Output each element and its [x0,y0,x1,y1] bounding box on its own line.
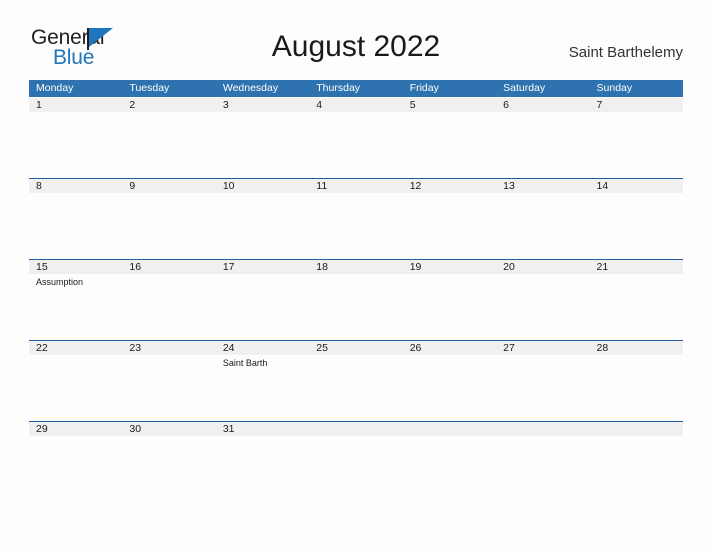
day-number: 29 [36,423,48,435]
day-cell[interactable]: 10 [216,178,309,259]
week-cells: 1 2 3 4 5 6 7 [29,97,683,178]
day-number: 21 [596,261,609,273]
day-number: 12 [409,180,422,192]
week-cells: 15 Assumption 16 17 18 19 20 21 [29,259,683,340]
calendar-week-row: 8 9 10 11 12 13 14 [29,178,683,259]
day-cell[interactable]: 13 [496,178,589,259]
calendar-week-row: 29 30 31 [29,421,683,502]
weekday-header-row: Monday Tuesday Wednesday Thursday Friday… [29,80,683,97]
day-number: 2 [129,99,136,111]
calendar-week-row: 1 2 3 4 5 6 7 [29,97,683,178]
day-number: 27 [503,342,515,354]
day-cell[interactable]: 14 [590,178,683,259]
day-cell[interactable]: 17 [216,259,309,340]
weekday-monday: Monday [36,82,74,94]
day-number: 8 [36,180,42,192]
day-number: 18 [316,261,328,273]
day-number: 22 [36,342,48,354]
calendar-grid: Monday Tuesday Wednesday Thursday Friday… [29,80,683,502]
day-number: 19 [409,261,422,273]
day-cell[interactable]: 3 [216,97,309,178]
region-label: Saint Barthelemy [568,44,683,61]
day-event-label: Saint Barth [222,358,268,368]
week-cells: 29 30 31 [29,421,683,502]
day-events: Assumption [36,276,115,288]
day-number: 7 [596,99,603,111]
day-cell-empty [496,421,589,502]
day-number: 25 [316,342,328,354]
day-number: 10 [222,180,235,192]
day-cell[interactable]: 25 [309,340,402,421]
week-cells: 22 23 24 Saint Barth 25 26 27 28 [29,340,683,421]
day-number: 28 [596,342,609,354]
day-cell[interactable]: 30 [122,421,215,502]
day-number: 13 [503,180,515,192]
day-number: 1 [36,99,42,111]
day-cell[interactable]: 6 [496,97,589,178]
day-cell[interactable]: 15 Assumption [29,259,122,340]
day-cell[interactable]: 11 [309,178,402,259]
day-number: 4 [316,99,323,111]
day-cell[interactable]: 2 [122,97,215,178]
day-number: 31 [222,423,235,435]
day-cell-empty [403,421,496,502]
weekday-tuesday: Tuesday [129,82,170,94]
weekday-sunday: Sunday [596,82,633,94]
day-cell[interactable]: 28 [590,340,683,421]
weekday-thursday: Thursday [316,82,361,94]
weekday-saturday: Saturday [503,82,546,94]
day-number: 14 [596,180,609,192]
weekday-friday: Friday [409,82,439,94]
day-cell[interactable]: 26 [403,340,496,421]
day-cell[interactable]: 24 Saint Barth [216,340,309,421]
page-header: General Blue August 2022 Saint Barthelem… [0,0,712,80]
day-number: 15 [36,261,48,273]
day-cell[interactable]: 22 [29,340,122,421]
day-number: 23 [129,342,142,354]
day-number: 16 [129,261,142,273]
day-cell[interactable]: 7 [590,97,683,178]
day-cell[interactable]: 1 [29,97,122,178]
weekday-wednesday: Wednesday [222,82,279,94]
day-number: 30 [129,423,142,435]
week-cells: 8 9 10 11 12 13 14 [29,178,683,259]
day-cell[interactable]: 4 [309,97,402,178]
day-cell[interactable]: 19 [403,259,496,340]
day-cell[interactable]: 29 [29,421,122,502]
day-number: 17 [222,261,235,273]
day-cell[interactable]: 9 [122,178,215,259]
calendar-weeks: 1 2 3 4 5 6 7 8 9 10 11 12 13 14 15 Assumption 16 17 18 19 2… [29,97,683,502]
day-cell[interactable]: 23 [122,340,215,421]
day-number: 6 [503,99,509,111]
day-cell[interactable]: 5 [403,97,496,178]
day-cell-empty [309,421,402,502]
day-cell[interactable]: 12 [403,178,496,259]
day-cell[interactable]: 21 [590,259,683,340]
day-number: 5 [409,99,416,111]
day-cell[interactable]: 16 [122,259,215,340]
day-event-label: Assumption [36,277,84,287]
day-number: 9 [129,180,136,192]
day-cell-empty [590,421,683,502]
day-cell[interactable]: 31 [216,421,309,502]
day-number: 3 [222,99,229,111]
day-cell[interactable]: 18 [309,259,402,340]
day-number: 24 [222,342,235,354]
calendar-week-row: 22 23 24 Saint Barth 25 26 27 28 [29,340,683,421]
day-number: 20 [503,261,515,273]
day-cell[interactable]: 27 [496,340,589,421]
day-cell[interactable]: 20 [496,259,589,340]
day-cell[interactable]: 8 [29,178,122,259]
day-events: Saint Barth [223,357,302,369]
day-number: 26 [409,342,422,354]
day-number: 11 [316,180,328,192]
calendar-week-row: 15 Assumption 16 17 18 19 20 21 [29,259,683,340]
